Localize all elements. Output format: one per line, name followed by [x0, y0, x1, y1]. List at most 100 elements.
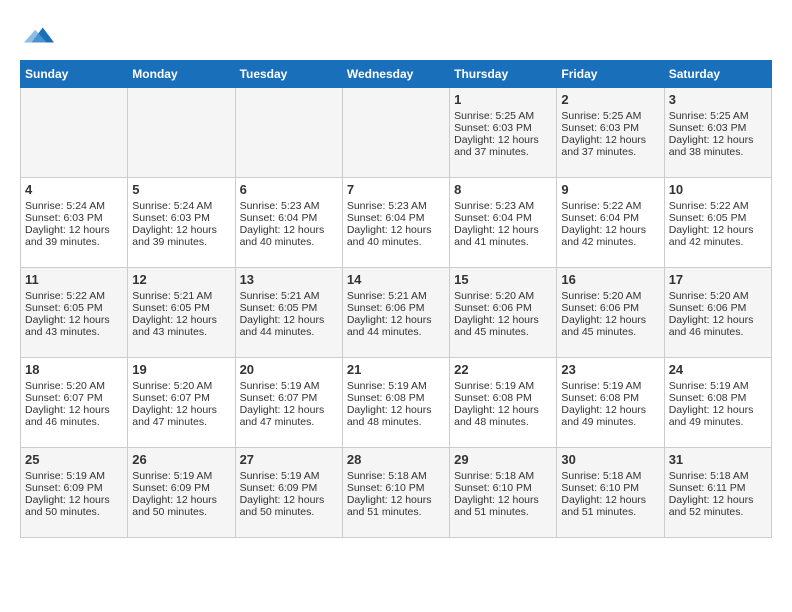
- day-content: Daylight: 12 hours and 38 minutes.: [669, 134, 767, 158]
- day-content: Daylight: 12 hours and 45 minutes.: [454, 314, 552, 338]
- day-content: Sunset: 6:04 PM: [240, 212, 338, 224]
- day-content: Sunset: 6:08 PM: [454, 392, 552, 404]
- day-header-sunday: Sunday: [21, 61, 128, 88]
- day-number: 6: [240, 182, 338, 197]
- day-number: 17: [669, 272, 767, 287]
- calendar-cell: 14Sunrise: 5:21 AMSunset: 6:06 PMDayligh…: [342, 268, 449, 358]
- day-content: Sunrise: 5:21 AM: [240, 290, 338, 302]
- day-content: Daylight: 12 hours and 42 minutes.: [561, 224, 659, 248]
- day-content: Sunset: 6:07 PM: [25, 392, 123, 404]
- calendar-cell: 28Sunrise: 5:18 AMSunset: 6:10 PMDayligh…: [342, 448, 449, 538]
- day-content: Daylight: 12 hours and 45 minutes.: [561, 314, 659, 338]
- calendar-week-row: 4Sunrise: 5:24 AMSunset: 6:03 PMDaylight…: [21, 178, 772, 268]
- day-number: 25: [25, 452, 123, 467]
- day-header-monday: Monday: [128, 61, 235, 88]
- day-content: Sunrise: 5:22 AM: [561, 200, 659, 212]
- calendar-cell: 11Sunrise: 5:22 AMSunset: 6:05 PMDayligh…: [21, 268, 128, 358]
- day-number: 27: [240, 452, 338, 467]
- day-content: Daylight: 12 hours and 47 minutes.: [132, 404, 230, 428]
- day-content: Sunrise: 5:19 AM: [240, 470, 338, 482]
- calendar-cell: 5Sunrise: 5:24 AMSunset: 6:03 PMDaylight…: [128, 178, 235, 268]
- day-header-saturday: Saturday: [664, 61, 771, 88]
- day-header-tuesday: Tuesday: [235, 61, 342, 88]
- calendar-cell: 9Sunrise: 5:22 AMSunset: 6:04 PMDaylight…: [557, 178, 664, 268]
- calendar-cell: 21Sunrise: 5:19 AMSunset: 6:08 PMDayligh…: [342, 358, 449, 448]
- day-content: Sunrise: 5:20 AM: [25, 380, 123, 392]
- day-number: 12: [132, 272, 230, 287]
- day-content: Daylight: 12 hours and 50 minutes.: [132, 494, 230, 518]
- day-content: Sunrise: 5:18 AM: [454, 470, 552, 482]
- calendar-cell: 12Sunrise: 5:21 AMSunset: 6:05 PMDayligh…: [128, 268, 235, 358]
- day-content: Sunrise: 5:18 AM: [561, 470, 659, 482]
- day-content: Sunset: 6:06 PM: [669, 302, 767, 314]
- calendar-table: SundayMondayTuesdayWednesdayThursdayFrid…: [20, 60, 772, 538]
- day-content: Sunset: 6:03 PM: [25, 212, 123, 224]
- day-content: Daylight: 12 hours and 39 minutes.: [25, 224, 123, 248]
- day-number: 2: [561, 92, 659, 107]
- calendar-cell: 31Sunrise: 5:18 AMSunset: 6:11 PMDayligh…: [664, 448, 771, 538]
- day-content: Sunset: 6:06 PM: [347, 302, 445, 314]
- calendar-cell: 18 Sunrise: 5:20 AMSunset: 6:07 PMDayligh…: [21, 358, 128, 448]
- calendar-cell: 3Sunrise: 5:25 AMSunset: 6:03 PMDaylight…: [664, 88, 771, 178]
- day-content: Sunset: 6:04 PM: [454, 212, 552, 224]
- calendar-week-row: 25Sunrise: 5:19 AMSunset: 6:09 PMDayligh…: [21, 448, 772, 538]
- day-content: Sunset: 6:08 PM: [347, 392, 445, 404]
- day-content: Sunrise: 5:19 AM: [669, 380, 767, 392]
- day-content: Sunset: 6:06 PM: [561, 302, 659, 314]
- day-content: Daylight: 12 hours and 50 minutes.: [240, 494, 338, 518]
- day-number: 13: [240, 272, 338, 287]
- day-content: Sunrise: 5:19 AM: [561, 380, 659, 392]
- day-content: Daylight: 12 hours and 40 minutes.: [347, 224, 445, 248]
- day-number: 24: [669, 362, 767, 377]
- calendar-cell: 7Sunrise: 5:23 AMSunset: 6:04 PMDaylight…: [342, 178, 449, 268]
- day-content: Sunset: 6:05 PM: [132, 302, 230, 314]
- day-number: 18: [25, 362, 123, 377]
- day-number: 28: [347, 452, 445, 467]
- day-content: Sunset: 6:05 PM: [240, 302, 338, 314]
- calendar-cell: 23Sunrise: 5:19 AMSunset: 6:08 PMDayligh…: [557, 358, 664, 448]
- day-content: Daylight: 12 hours and 46 minutes.: [25, 404, 123, 428]
- day-content: Sunrise: 5:19 AM: [454, 380, 552, 392]
- calendar-cell: 24 Sunrise: 5:19 AMSunset: 6:08 PMDayligh…: [664, 358, 771, 448]
- calendar-cell: 4Sunrise: 5:24 AMSunset: 6:03 PMDaylight…: [21, 178, 128, 268]
- day-number: 26: [132, 452, 230, 467]
- day-content: Daylight: 12 hours and 51 minutes.: [561, 494, 659, 518]
- day-content: Daylight: 12 hours and 49 minutes.: [561, 404, 659, 428]
- logo-icon: [24, 20, 54, 50]
- day-header-friday: Friday: [557, 61, 664, 88]
- day-content: Sunrise: 5:20 AM: [454, 290, 552, 302]
- day-number: 7: [347, 182, 445, 197]
- day-content: Sunset: 6:10 PM: [561, 482, 659, 494]
- day-content: Sunrise: 5:24 AM: [132, 200, 230, 212]
- day-content: Sunrise: 5:23 AM: [240, 200, 338, 212]
- calendar-week-row: 11Sunrise: 5:22 AMSunset: 6:05 PMDayligh…: [21, 268, 772, 358]
- calendar-cell: 13Sunrise: 5:21 AMSunset: 6:05 PMDayligh…: [235, 268, 342, 358]
- day-content: Sunrise: 5:23 AM: [454, 200, 552, 212]
- calendar-cell: 30Sunrise: 5:18 AMSunset: 6:10 PMDayligh…: [557, 448, 664, 538]
- logo: [20, 20, 54, 50]
- page-header: [20, 20, 772, 50]
- day-content: Sunrise: 5:19 AM: [25, 470, 123, 482]
- day-content: Sunrise: 5:22 AM: [669, 200, 767, 212]
- calendar-cell: [235, 88, 342, 178]
- day-content: Sunset: 6:07 PM: [240, 392, 338, 404]
- day-number: 19: [132, 362, 230, 377]
- day-content: Daylight: 12 hours and 51 minutes.: [454, 494, 552, 518]
- day-content: Daylight: 12 hours and 52 minutes.: [669, 494, 767, 518]
- day-content: Sunrise: 5:20 AM: [669, 290, 767, 302]
- day-number: 4: [25, 182, 123, 197]
- calendar-cell: 6Sunrise: 5:23 AMSunset: 6:04 PMDaylight…: [235, 178, 342, 268]
- day-content: Sunset: 6:09 PM: [132, 482, 230, 494]
- day-content: Sunrise: 5:20 AM: [132, 380, 230, 392]
- day-number: 3: [669, 92, 767, 107]
- day-content: Sunset: 6:08 PM: [561, 392, 659, 404]
- day-content: Sunset: 6:08 PM: [669, 392, 767, 404]
- calendar-cell: [21, 88, 128, 178]
- day-number: 8: [454, 182, 552, 197]
- day-number: 10: [669, 182, 767, 197]
- day-content: Daylight: 12 hours and 48 minutes.: [347, 404, 445, 428]
- day-content: Daylight: 12 hours and 49 minutes.: [669, 404, 767, 428]
- day-content: Daylight: 12 hours and 41 minutes.: [454, 224, 552, 248]
- day-content: Daylight: 12 hours and 51 minutes.: [347, 494, 445, 518]
- day-number: 16: [561, 272, 659, 287]
